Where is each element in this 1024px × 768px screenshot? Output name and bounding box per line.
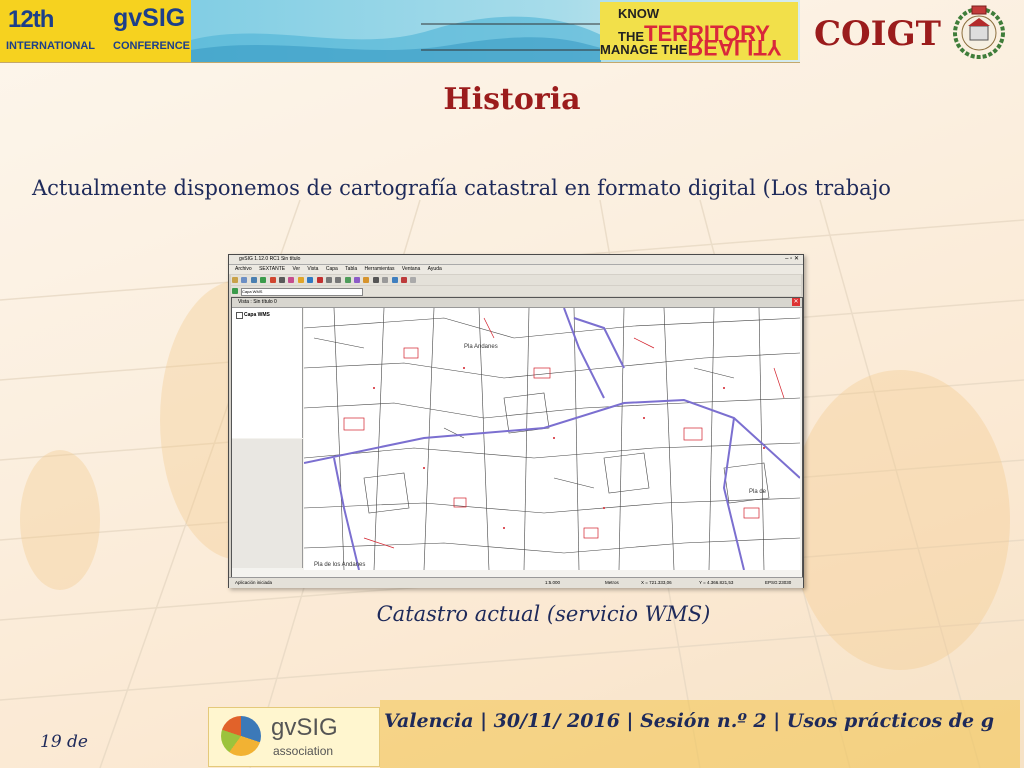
delete-icon[interactable] bbox=[401, 277, 408, 283]
figure-caption: Catastro actual (servicio WMS) bbox=[376, 602, 711, 626]
org-name: COIGT bbox=[814, 14, 941, 54]
y-coordinate: Y = 4.366.821,53 bbox=[699, 580, 734, 585]
stop-icon[interactable] bbox=[316, 277, 323, 283]
close-icon[interactable]: ✕ bbox=[792, 298, 800, 306]
body-text: Actualmente disponemos de cartografía ca… bbox=[32, 176, 891, 200]
layer-checkbox[interactable] bbox=[236, 312, 243, 319]
footer-logo-gvsig: gvSIG bbox=[271, 714, 338, 741]
menu-vista[interactable]: Vista bbox=[307, 266, 318, 272]
app-titlebar: gvSIG 1.12.0 RC1 Sin título – ▫ ✕ bbox=[229, 255, 803, 265]
query-icon[interactable] bbox=[363, 277, 370, 283]
measure-icon[interactable] bbox=[354, 277, 361, 283]
conference-banner: 12th INTERNATIONAL gvSIG CONFERENCE KNOW… bbox=[0, 0, 800, 63]
slogan-manage: MANAGE THE bbox=[600, 42, 688, 57]
pan-icon[interactable] bbox=[344, 277, 351, 283]
gvsig-app-screenshot: gvSIG 1.12.0 RC1 Sin título – ▫ ✕ Archiv… bbox=[228, 254, 804, 588]
locator-panel bbox=[232, 439, 303, 568]
layout-icon[interactable] bbox=[391, 277, 398, 283]
table-icon[interactable] bbox=[382, 277, 389, 283]
menu-ventana[interactable]: Ventana bbox=[402, 266, 420, 272]
page-title: Historia bbox=[443, 82, 581, 117]
map-label-2: Pla de bbox=[749, 489, 767, 495]
view-window: Vista : Sin título 0 ✕ Capa WMS Pla Anda… bbox=[231, 297, 803, 579]
view-title: Vista : Sin título 0 bbox=[238, 299, 277, 305]
map-label-1: Pla Andanes bbox=[464, 344, 498, 350]
footer-logo-association: association bbox=[273, 744, 334, 758]
menu-archivo[interactable]: Archivo bbox=[235, 266, 252, 272]
zoom-in-icon[interactable] bbox=[325, 277, 332, 283]
open-icon[interactable] bbox=[241, 277, 248, 283]
grid-icon[interactable] bbox=[372, 277, 379, 283]
select-icon[interactable] bbox=[297, 277, 304, 283]
info-icon[interactable] bbox=[288, 277, 295, 283]
save-icon[interactable] bbox=[250, 277, 257, 283]
crs-field: EPSG:23030 bbox=[765, 580, 792, 585]
map-label-3: Pla de los Andanes bbox=[314, 562, 365, 568]
new-project-icon[interactable] bbox=[232, 277, 238, 283]
app-statusbar: Aplicación iniciada 1:5.000 Metros X = 7… bbox=[229, 577, 803, 588]
badge-gvsig: gvSIG bbox=[113, 4, 186, 32]
globe-icon[interactable] bbox=[307, 277, 314, 283]
gvsig-association-logo: gvSIG association bbox=[208, 707, 380, 767]
layer-combo[interactable]: Capa WMS bbox=[241, 288, 363, 296]
layer-combo-value: Capa WMS bbox=[242, 289, 263, 294]
menu-tabla[interactable]: Tabla bbox=[345, 266, 357, 272]
app-window-title: gvSIG 1.12.0 RC1 Sin título bbox=[239, 256, 301, 262]
menu-herramientas[interactable]: Herramientas bbox=[365, 266, 395, 272]
international-badge: 12th INTERNATIONAL bbox=[0, 0, 103, 62]
app-toolbar-main bbox=[231, 275, 801, 285]
units-field[interactable]: Metros bbox=[605, 580, 619, 585]
window-controls-icon[interactable]: – ▫ ✕ bbox=[785, 255, 799, 262]
footer-session-text: Valencia | 30/11/ 2016 | Sesión n.º 2 | … bbox=[384, 710, 995, 732]
banner-wave-graphic bbox=[191, 16, 601, 62]
remove-layer-icon[interactable] bbox=[269, 277, 276, 283]
page-number: 19 de bbox=[40, 732, 88, 752]
app-toolbar-layer: Capa WMS bbox=[231, 286, 801, 296]
scale-field[interactable]: 1:5.000 bbox=[545, 580, 560, 585]
layer-toggle-icon[interactable] bbox=[232, 288, 238, 294]
badge-international: INTERNATIONAL bbox=[6, 40, 96, 52]
zoom-out-icon[interactable] bbox=[335, 277, 342, 283]
menu-ver[interactable]: Ver bbox=[293, 266, 301, 272]
settings-icon[interactable] bbox=[410, 277, 417, 283]
toc-layer-name[interactable]: Capa WMS bbox=[244, 312, 270, 318]
badge-conference: CONFERENCE bbox=[113, 40, 191, 52]
gvsig-logo-icon bbox=[221, 716, 261, 756]
status-message: Aplicación iniciada bbox=[235, 580, 273, 585]
edit-icon[interactable] bbox=[278, 277, 285, 283]
gvsig-conference-badge: gvSIG CONFERENCE bbox=[103, 0, 191, 62]
slogan-box: KNOW THETERRITORY MANAGE THEREALITY bbox=[600, 2, 798, 60]
table-of-contents: Capa WMS bbox=[232, 308, 303, 438]
cadastral-map[interactable]: Pla Andanes Pla de Pla de los Andanes bbox=[304, 308, 800, 570]
badge-number: 12th bbox=[8, 6, 54, 33]
app-menubar: Archivo SEXTANTE Ver Vista Capa Tabla He… bbox=[229, 265, 803, 274]
view-titlebar: Vista : Sin título 0 ✕ bbox=[232, 298, 802, 308]
x-coordinate: X = 721.333,06 bbox=[641, 580, 672, 585]
coigt-seal-icon bbox=[953, 5, 1005, 59]
slogan-reality: REALITY bbox=[687, 35, 782, 60]
menu-capa[interactable]: Capa bbox=[326, 266, 338, 272]
menu-ayuda[interactable]: Ayuda bbox=[428, 266, 442, 272]
add-layer-icon[interactable] bbox=[260, 277, 267, 283]
menu-sextante[interactable]: SEXTANTE bbox=[259, 266, 285, 272]
